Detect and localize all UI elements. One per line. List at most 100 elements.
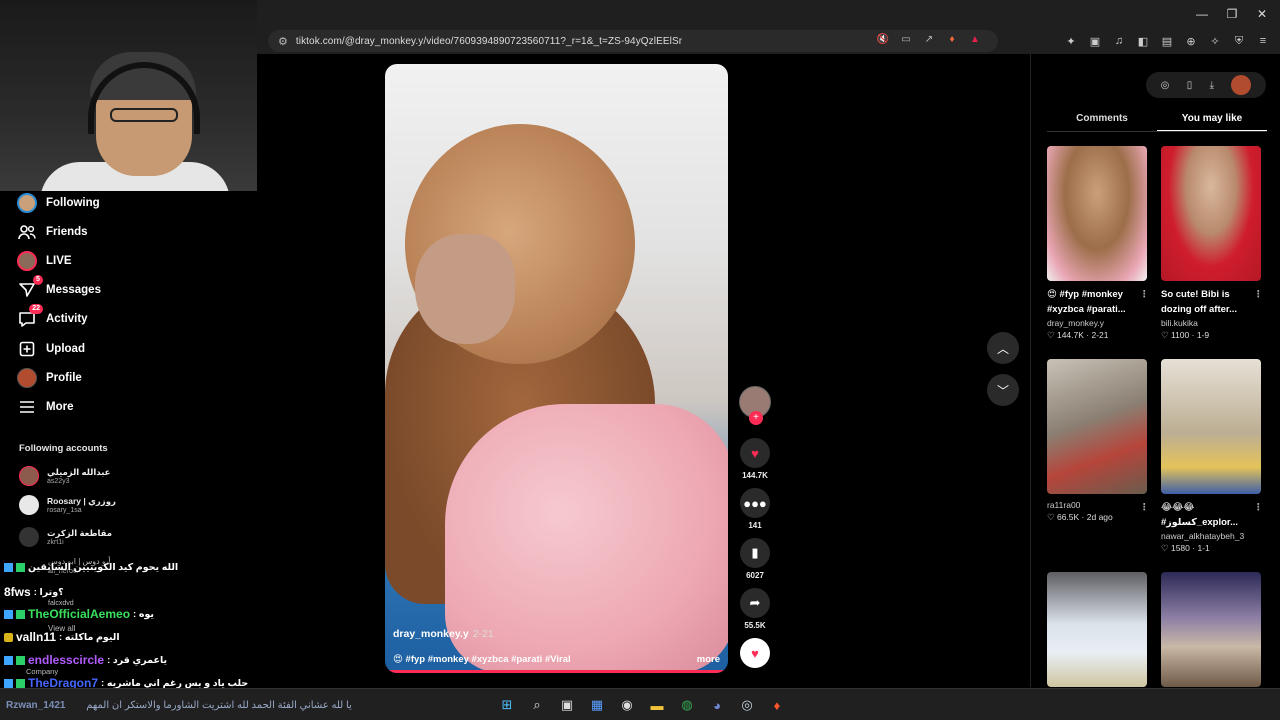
sidebar-item-following[interactable]: Following	[17, 192, 100, 214]
chrome-icon[interactable]: ◍	[677, 695, 697, 715]
chat-username: valln11	[16, 630, 57, 644]
more-link[interactable]: more	[697, 654, 720, 665]
sidebar-item-messages[interactable]: 5 Messages	[17, 275, 101, 301]
messages-badge: 5	[33, 275, 43, 285]
widgets-icon[interactable]: ▦	[587, 695, 607, 715]
video-progress-bar[interactable]	[385, 670, 728, 673]
brave-icon[interactable]: ♦	[767, 695, 787, 715]
video-player[interactable]: dray_monkey.y 2-21 😍 #fyp #monkey #xyzbca…	[385, 64, 728, 673]
file-explorer-icon[interactable]: ▬	[647, 695, 667, 715]
like-button[interactable]: ♥	[740, 438, 770, 468]
site-settings-icon[interactable]: ⚙	[278, 35, 288, 48]
sidebar-icon[interactable]: ◧	[1136, 31, 1150, 51]
sidebar-item-more[interactable]: More	[17, 396, 73, 418]
url-text[interactable]: tiktok.com/@dray_monkey.y/video/76093948…	[296, 36, 682, 47]
sound-button[interactable]: ♥	[740, 638, 770, 668]
maximize-button[interactable]: ❐	[1220, 4, 1244, 24]
following-account[interactable]: مقاطعة الزكرت zkrt1i	[19, 525, 112, 549]
media-icon[interactable]: ♫	[1112, 31, 1126, 51]
reader-icon[interactable]: ▣	[1088, 31, 1102, 51]
sidebar-item-live[interactable]: LIVE	[17, 250, 72, 272]
more-options-icon[interactable]: ⋮	[1254, 500, 1264, 515]
chat-message: 8fws : ؟وترا	[4, 585, 64, 599]
menu-icon[interactable]: ≡	[1256, 31, 1270, 51]
shield-icon[interactable]: ⛨	[1232, 31, 1246, 51]
video-thumbnail[interactable]	[1047, 146, 1147, 281]
card-author[interactable]: bili.kukika	[1161, 318, 1261, 328]
obs-icon[interactable]: ◉	[617, 695, 637, 715]
video-thumbnail[interactable]	[1047, 359, 1147, 494]
recommended-video-card[interactable]	[1047, 572, 1147, 687]
card-title: 😍 #fyp #monkey #xyzbca #parati... ⋮	[1047, 287, 1150, 315]
previous-video-button[interactable]: ︿	[987, 332, 1019, 364]
extensions-icon[interactable]: ✦	[1064, 31, 1078, 51]
save-button[interactable]: ▮	[740, 538, 770, 568]
close-window-button[interactable]: ✕	[1250, 4, 1274, 24]
windows-start-icon[interactable]: ⊞	[497, 695, 517, 715]
brave-rewards-icon[interactable]: ▲	[968, 31, 982, 47]
device-icon[interactable]: ▯	[1187, 80, 1193, 91]
recommended-video-card[interactable]: So cute! Bibi is dozing off after... ⋮ bi…	[1161, 146, 1264, 341]
bookmark-icon: ▮	[751, 545, 759, 560]
leo-ai-icon[interactable]: ✧	[1208, 31, 1222, 51]
video-thumbnail[interactable]	[1047, 572, 1147, 687]
following-account[interactable]: عبدالله الزميلي as22y3	[19, 464, 110, 488]
discord-icon[interactable]: ◕	[707, 695, 727, 715]
video-author-name[interactable]: dray_monkey.y	[393, 628, 469, 640]
chevron-down-icon: ﹀	[996, 383, 1009, 398]
more-options-icon[interactable]: ⋮	[1140, 287, 1150, 302]
company-link[interactable]: Company	[26, 667, 58, 676]
user-avatar[interactable]	[1231, 75, 1252, 95]
explore-icon[interactable]: ◎	[1161, 80, 1170, 91]
card-author[interactable]: nawar_alkhataybeh_3	[1161, 531, 1261, 541]
creator-avatar[interactable]: +	[739, 386, 771, 425]
task-view-icon[interactable]: ▣	[557, 695, 577, 715]
follow-plus-icon[interactable]: +	[749, 411, 763, 425]
account-name: مقاطعة الزكرت	[47, 528, 113, 538]
vpn-icon[interactable]: ⊕	[1184, 31, 1198, 51]
recommended-video-card[interactable]: 😂😂😂 #كسلوز_explor... ⋮ nawar_alkhataybeh_…	[1161, 359, 1264, 554]
sidebar-item-label: More	[46, 401, 74, 413]
video-author[interactable]: dray_monkey.y 2-21	[393, 628, 720, 640]
brave-shields-icon[interactable]: ♦	[945, 31, 959, 47]
recommended-video-card[interactable]	[1161, 572, 1261, 687]
more-options-icon[interactable]: ⋮	[1140, 500, 1150, 515]
following-avatar-icon	[17, 193, 37, 213]
card-author[interactable]: ra11ra00	[1047, 500, 1147, 510]
comment-button[interactable]: ●●●	[740, 488, 770, 518]
download-icon[interactable]: ⤓	[1210, 80, 1214, 91]
ticker-message: يا لله عشاني الفئة الحمد لله اشتريت الشا…	[86, 700, 352, 711]
sidebar-item-activity[interactable]: 22 Activity	[17, 304, 88, 330]
video-thumbnail[interactable]	[1161, 572, 1261, 687]
video-hashtags[interactable]: 😍 #fyp #monkey #xyzbca #parati #Viral	[393, 654, 571, 665]
share-button[interactable]: ➦	[740, 588, 770, 618]
webcam-overlay	[0, 0, 257, 191]
recommended-video-card[interactable]: 😍 #fyp #monkey #xyzbca #parati... ⋮ dray_…	[1047, 146, 1150, 341]
sidebar-item-friends[interactable]: Friends	[17, 221, 88, 243]
sidebar-item-label: Activity	[46, 313, 88, 325]
minimize-button[interactable]: —	[1190, 4, 1214, 24]
share-count: 55.5K	[744, 621, 766, 630]
cast-icon[interactable]: ▭	[899, 31, 913, 47]
following-account[interactable]: Roosary | روزري rosary_1sa	[19, 493, 116, 517]
next-video-button[interactable]: ﹀	[987, 374, 1019, 406]
following-accounts-title: Following accounts	[19, 443, 108, 454]
tab-you-may-like[interactable]: You may like	[1157, 110, 1267, 132]
more-options-icon[interactable]: ⋮	[1254, 287, 1264, 302]
search-icon[interactable]: ⌕	[527, 695, 547, 715]
card-meta: ♡ 1580 · 1-1	[1161, 543, 1210, 553]
steam-icon[interactable]: ◎	[737, 695, 757, 715]
recommended-video-card[interactable]: ⋮ ra11ra00 ♡ 66.5K · 2d ago	[1047, 359, 1150, 523]
card-author[interactable]: dray_monkey.y	[1047, 318, 1147, 328]
tab-comments[interactable]: Comments	[1047, 110, 1157, 132]
address-bar: ⚙ tiktok.com/@dray_monkey.y/video/760939…	[256, 28, 1280, 54]
video-thumbnail[interactable]	[1161, 146, 1261, 281]
share-icon[interactable]: ↗	[922, 31, 936, 47]
mute-tab-icon[interactable]: 🔇	[876, 31, 890, 47]
sidebar-item-profile[interactable]: Profile	[17, 367, 82, 389]
toolbar-icons: ✦ ▣ ♫ ◧ ▤ ⊕ ✧ ⛨ ≡	[1064, 31, 1270, 51]
video-thumbnail[interactable]	[1161, 359, 1261, 494]
wallet-icon[interactable]: ▤	[1160, 31, 1174, 51]
sidebar-item-upload[interactable]: Upload	[17, 338, 85, 360]
chat-username: TheOfficialAemeo	[28, 607, 131, 621]
